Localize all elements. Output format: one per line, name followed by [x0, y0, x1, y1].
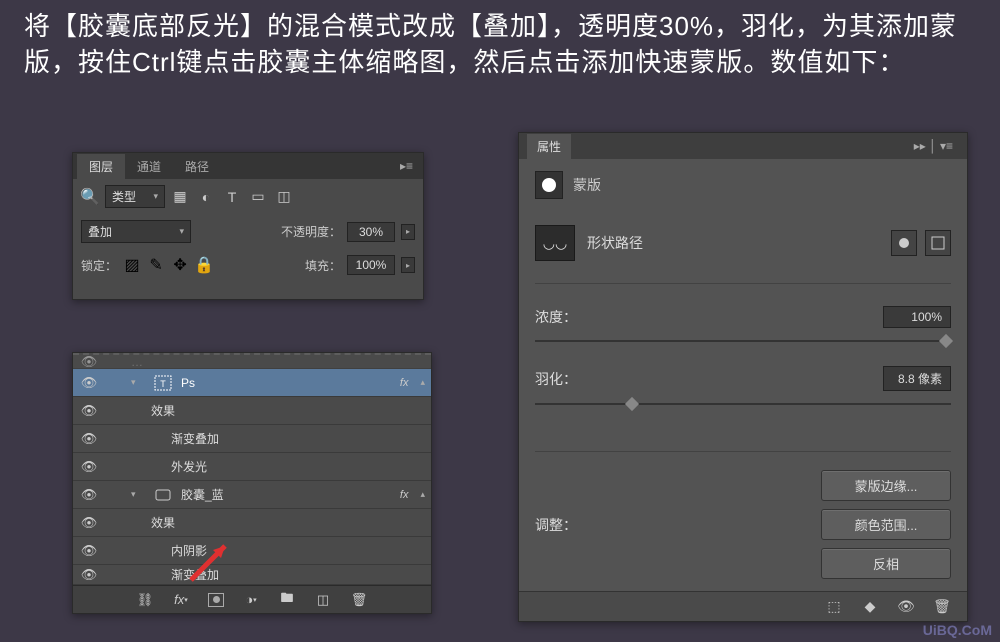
mask-edge-button[interactable]: 蒙版边缘...: [821, 470, 951, 501]
panel-menu-icon[interactable]: ▸≡: [394, 159, 419, 173]
layer-row-outer-glow[interactable]: 👁 外发光: [73, 453, 431, 481]
filter-adjust-icon[interactable]: ◐: [197, 188, 215, 206]
visibility-eye-icon[interactable]: 👁: [79, 459, 99, 475]
layer-name: Ps: [181, 376, 394, 390]
new-layer-icon[interactable]: ◫: [314, 591, 332, 609]
shape-path-row: ◡◡ 形状路径: [535, 213, 951, 284]
layer-row-effects[interactable]: 👁 效果: [73, 397, 431, 425]
panel-menu-icon[interactable]: ▸▸ │ ▾≡: [908, 139, 959, 153]
filter-text-icon[interactable]: T: [223, 188, 241, 206]
lock-all-icon[interactable]: 🔒: [195, 256, 213, 274]
fx-indicator[interactable]: fx: [400, 377, 409, 389]
mask-type-row: 蒙版: [535, 171, 951, 199]
tab-layers[interactable]: 图层: [77, 154, 125, 179]
delete-mask-icon[interactable]: 🗑: [933, 598, 951, 616]
search-icon[interactable]: 🔍: [81, 188, 99, 206]
feather-label: 羽化：: [535, 369, 605, 389]
delete-layer-icon[interactable]: 🗑: [350, 591, 368, 609]
panel-tabs: 图层 通道 路径 ▸≡: [73, 153, 423, 179]
visibility-eye-icon[interactable]: 👁: [79, 487, 99, 503]
properties-header: 属性 ▸▸ │ ▾≡: [519, 133, 967, 159]
color-range-button[interactable]: 颜色范围...: [821, 509, 951, 540]
density-label: 浓度：: [535, 307, 605, 327]
lock-label: 锁定：: [81, 257, 117, 274]
filter-type-dropdown[interactable]: 类型: [105, 185, 165, 208]
shape-layer-icon: [151, 485, 175, 505]
visibility-eye-icon[interactable]: 👁: [79, 543, 99, 559]
layer-name: 效果: [151, 514, 425, 531]
expand-arrow-icon[interactable]: ▾: [131, 489, 145, 500]
visibility-eye-icon[interactable]: 👁: [79, 354, 99, 370]
layer-row-cut: 👁 …: [73, 353, 431, 369]
layer-row-effects[interactable]: 👁 效果: [73, 509, 431, 537]
lock-position-icon[interactable]: ✥: [171, 256, 189, 274]
tab-paths[interactable]: 路径: [173, 154, 221, 179]
fill-input[interactable]: 100%: [347, 255, 395, 275]
visibility-eye-icon[interactable]: 👁: [79, 403, 99, 419]
filter-pixel-icon[interactable]: ▦: [171, 188, 189, 206]
expand-arrow-icon[interactable]: ▾: [131, 377, 145, 388]
fx-indicator[interactable]: fx: [400, 489, 409, 501]
visibility-eye-icon[interactable]: 👁: [79, 375, 99, 391]
opacity-label: 不透明度：: [281, 223, 341, 240]
visibility-eye-icon[interactable]: 👁: [79, 431, 99, 447]
svg-text:T: T: [160, 379, 166, 389]
add-mask-icon[interactable]: [208, 593, 224, 607]
mask-type-icon[interactable]: [535, 171, 563, 199]
instruction-text: 将【胶囊底部反光】的混合模式改成【叠加】，透明度30%，羽化，为其添加蒙版，按住…: [24, 8, 980, 81]
layer-row-gradient-overlay-2[interactable]: 👁 渐变叠加: [73, 565, 431, 585]
adjust-label: 调整：: [535, 515, 577, 535]
filter-shape-icon[interactable]: ▭: [249, 188, 267, 206]
properties-tab[interactable]: 属性: [527, 134, 571, 159]
adjustment-layer-icon[interactable]: ◑▾: [242, 591, 260, 609]
layer-row-inner-shadow[interactable]: 👁 内阴影: [73, 537, 431, 565]
lock-transparent-icon[interactable]: ▨: [123, 256, 141, 274]
properties-footer: ⬚ ◆ 👁 🗑: [519, 591, 967, 621]
layers-list-panel: 👁 … 👁 ▾ T Ps fx ▴ 👁 效果 👁 渐变叠加 👁 外发光 👁 ▾ …: [72, 352, 432, 614]
fx-expand-icon[interactable]: ▴: [420, 489, 425, 500]
layer-name: 渐变叠加: [171, 566, 425, 583]
layer-name: 效果: [151, 402, 425, 419]
density-slider[interactable]: [535, 334, 951, 348]
layer-name: 外发光: [171, 458, 425, 475]
invert-button[interactable]: 反相: [821, 548, 951, 579]
toggle-visibility-icon[interactable]: 👁: [897, 598, 915, 616]
fill-slider-toggle[interactable]: ▸: [401, 257, 415, 273]
tab-channels[interactable]: 通道: [125, 154, 173, 179]
feather-slider[interactable]: [535, 397, 951, 411]
layers-footer: ⛓ fx▾ ◑▾ 🖿 ◫ 🗑: [73, 585, 431, 613]
fx-expand-icon[interactable]: ▴: [420, 377, 425, 388]
pixel-mask-button[interactable]: [891, 230, 917, 256]
feather-input[interactable]: 8.8 像素: [883, 366, 951, 391]
opacity-input[interactable]: 30%: [347, 222, 395, 242]
layer-style-icon[interactable]: fx▾: [172, 591, 190, 609]
properties-panel: 属性 ▸▸ │ ▾≡ 蒙版 ◡◡ 形状路径 浓度： 100% 羽化：: [518, 132, 968, 622]
link-layers-icon[interactable]: ⛓: [136, 591, 154, 609]
blend-mode-dropdown[interactable]: 叠加: [81, 220, 191, 243]
layer-name: 胶囊_蓝: [181, 486, 394, 503]
layer-row-capsule-blue[interactable]: 👁 ▾ 胶囊_蓝 fx ▴: [73, 481, 431, 509]
layer-row-ps[interactable]: 👁 ▾ T Ps fx ▴: [73, 369, 431, 397]
fill-label: 填充：: [305, 257, 341, 274]
opacity-slider-toggle[interactable]: ▸: [401, 224, 415, 240]
new-group-icon[interactable]: 🖿: [278, 591, 296, 609]
visibility-eye-icon[interactable]: 👁: [79, 515, 99, 531]
visibility-eye-icon[interactable]: 👁: [79, 567, 99, 583]
layer-row-gradient-overlay[interactable]: 👁 渐变叠加: [73, 425, 431, 453]
vector-mask-button[interactable]: [925, 230, 951, 256]
load-selection-icon[interactable]: ⬚: [825, 598, 843, 616]
layers-panel-options: 图层 通道 路径 ▸≡ 🔍 类型 ▦ ◐ T ▭ ◫ 叠加 不透明度： 30% …: [72, 152, 424, 300]
lock-pixels-icon[interactable]: ✎: [147, 256, 165, 274]
filter-smart-icon[interactable]: ◫: [275, 188, 293, 206]
layer-name: 内阴影: [171, 542, 425, 559]
watermark: UiBQ.CoM: [923, 622, 992, 638]
shape-thumbnail[interactable]: ◡◡: [535, 225, 575, 261]
apply-mask-icon[interactable]: ◆: [861, 598, 879, 616]
layer-name: 渐变叠加: [171, 430, 425, 447]
shape-path-label: 形状路径: [587, 233, 879, 253]
mask-label: 蒙版: [573, 175, 601, 195]
text-layer-icon: T: [151, 373, 175, 393]
density-input[interactable]: 100%: [883, 306, 951, 328]
